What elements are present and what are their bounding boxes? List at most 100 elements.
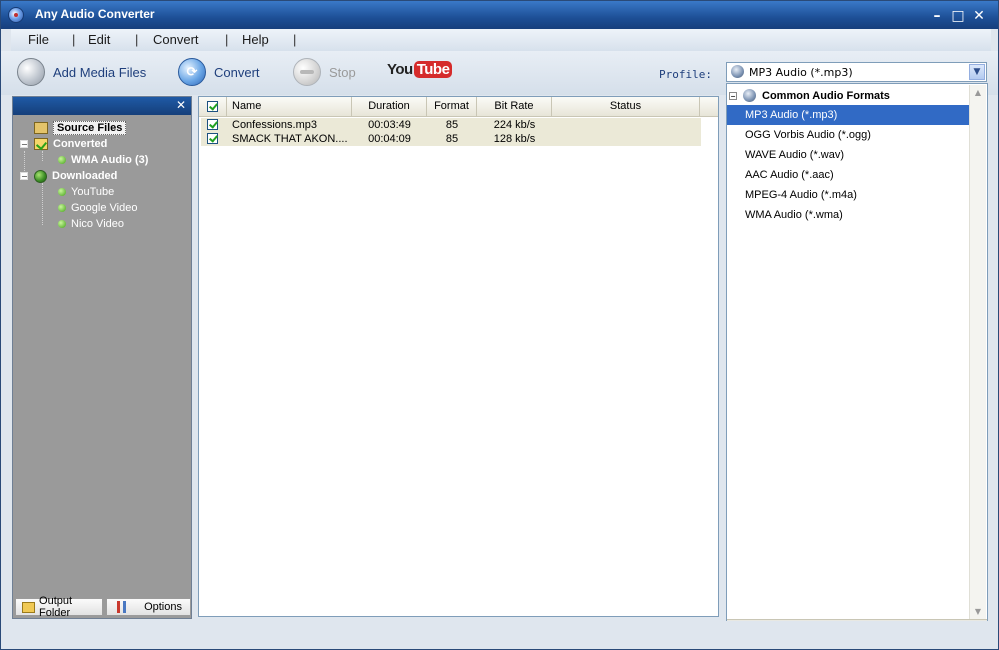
column-header-status[interactable]: Status — [552, 97, 700, 116]
tree-item-youtube[interactable]: YouTube — [58, 184, 114, 200]
cell-name: SMACK THAT AKON.... — [232, 133, 348, 145]
dropdown-scrollbar[interactable]: ▲ ▼ — [969, 85, 986, 620]
tree-item-label: Downloaded — [52, 170, 118, 182]
audio-format-icon — [731, 65, 744, 78]
profile-select[interactable]: MP3 Audio (*.mp3) ▼ — [726, 62, 987, 82]
menu-separator: | — [135, 32, 139, 47]
table-row[interactable]: SMACK THAT AKON.... 00:04:09 85 128 kb/s — [201, 132, 701, 146]
tree-item-source-files[interactable]: Source Files — [34, 120, 127, 136]
tree-guide — [42, 151, 43, 161]
tree-item-downloaded[interactable]: Downloaded — [34, 168, 117, 184]
menu-convert[interactable]: Convert — [153, 32, 199, 47]
format-option-aac[interactable]: AAC Audio (*.aac) — [727, 165, 970, 185]
profile-label: Profile: — [659, 68, 712, 81]
table-header: Name Duration Format Bit Rate Status — [199, 97, 718, 117]
select-all-checkbox[interactable] — [207, 101, 218, 112]
options-label: Options — [144, 601, 182, 613]
column-header-name[interactable]: Name — [227, 97, 352, 116]
menu-file[interactable]: File — [28, 32, 49, 47]
column-header-format[interactable]: Format — [427, 97, 477, 116]
tree-item-label: Source Files — [53, 121, 127, 135]
tree-item-converted[interactable]: Converted — [34, 136, 107, 152]
menu-separator: | — [225, 32, 229, 47]
table-row[interactable]: Confessions.mp3 00:03:49 85 224 kb/s — [201, 118, 701, 132]
close-icon[interactable]: ✕ — [176, 98, 186, 112]
convert-button[interactable]: ⟳ Convert — [178, 57, 260, 87]
profile-dropdown: − Common Audio Formats MP3 Audio (*.mp3)… — [726, 83, 988, 640]
menu-edit[interactable]: Edit — [88, 32, 110, 47]
window-title: Any Audio Converter — [35, 7, 155, 21]
bullet-icon — [58, 204, 66, 212]
row-checkbox[interactable] — [207, 119, 218, 130]
source-panel: ✕ Source Files − Converted WMA Audio (3)… — [12, 96, 192, 619]
stop-label: Stop — [329, 64, 356, 80]
menu-separator: | — [293, 32, 297, 47]
collapse-icon[interactable]: − — [20, 140, 28, 149]
audio-format-icon — [743, 89, 756, 102]
converted-folder-icon — [34, 138, 48, 150]
film-reel-icon — [17, 58, 45, 86]
scroll-down-icon[interactable]: ▼ — [970, 604, 986, 620]
source-panel-footer: Output Folder Options — [15, 595, 191, 619]
maximize-button[interactable]: □ — [950, 8, 966, 24]
stop-button[interactable]: Stop — [293, 57, 356, 87]
output-folder-button[interactable]: Output Folder — [15, 595, 104, 619]
format-option-mp3[interactable]: MP3 Audio (*.mp3) — [727, 105, 970, 125]
chevron-down-icon[interactable]: ▼ — [969, 64, 985, 80]
cell-name: Confessions.mp3 — [232, 119, 317, 131]
profile-select-value: MP3 Audio (*.mp3) — [749, 66, 853, 79]
add-media-files-button[interactable]: Add Media Files — [17, 57, 146, 87]
collapse-icon[interactable]: − — [729, 91, 737, 100]
format-option-wav[interactable]: WAVE Audio (*.wav) — [727, 145, 970, 165]
tree-item-label: WMA Audio (3) — [71, 154, 149, 166]
format-group-common-audio[interactable]: − Common Audio Formats — [729, 87, 890, 104]
youtube-logo-tube: Tube — [413, 61, 453, 78]
cell-bitrate: 128 kb/s — [493, 133, 536, 145]
bullet-icon — [58, 220, 66, 228]
cell-duration: 00:04:09 — [368, 133, 411, 145]
convert-icon: ⟳ — [178, 58, 206, 86]
cell-status — [552, 132, 700, 146]
bullet-icon — [58, 188, 66, 196]
column-header-duration[interactable]: Duration — [352, 97, 427, 116]
globe-download-icon — [34, 169, 47, 183]
close-button[interactable]: ✕ — [971, 8, 987, 24]
collapse-icon[interactable]: − — [20, 172, 28, 181]
bullet-icon — [58, 156, 66, 164]
youtube-logo-you: You — [387, 61, 413, 78]
options-button[interactable]: Options — [106, 598, 191, 616]
title-bar[interactable]: Any Audio Converter – □ ✕ — [1, 1, 998, 29]
menu-help[interactable]: Help — [242, 32, 269, 47]
format-option-ogg[interactable]: OGG Vorbis Audio (*.ogg) — [727, 125, 970, 145]
cell-duration: 00:03:49 — [368, 119, 411, 131]
status-bar — [1, 621, 998, 649]
tree-item-label: YouTube — [71, 186, 115, 198]
cell-status — [552, 118, 700, 132]
stop-icon — [293, 58, 321, 86]
youtube-button[interactable]: You Tube — [387, 61, 453, 78]
cell-bitrate: 224 kb/s — [493, 119, 536, 131]
format-option-m4a[interactable]: MPEG-4 Audio (*.m4a) — [727, 185, 970, 205]
tree-item-label: Nico Video — [71, 218, 124, 230]
format-option-wma[interactable]: WMA Audio (*.wma) — [727, 205, 970, 225]
tree-item-label: Google Video — [71, 202, 138, 214]
source-panel-header: ✕ — [13, 97, 191, 115]
tree-item-google-video[interactable]: Google Video — [58, 200, 137, 216]
app-window: Any Audio Converter – □ ✕ File | Edit | … — [0, 0, 999, 650]
tree-item-wma-audio[interactable]: WMA Audio (3) — [58, 152, 148, 168]
menu-separator: | — [72, 32, 76, 47]
row-checkbox[interactable] — [207, 133, 218, 144]
scroll-up-icon[interactable]: ▲ — [970, 85, 986, 101]
cell-format: 85 — [445, 119, 459, 131]
tools-icon — [115, 600, 130, 614]
menu-bar: File | Edit | Convert | Help | — [11, 29, 991, 52]
add-media-files-label: Add Media Files — [53, 64, 147, 80]
minimize-button[interactable]: – — [929, 8, 945, 24]
convert-label: Convert — [214, 64, 260, 80]
tree-item-nico-video[interactable]: Nico Video — [58, 216, 124, 232]
column-header-bitrate[interactable]: Bit Rate — [477, 97, 552, 116]
folder-icon — [34, 122, 48, 134]
tree-guide — [42, 183, 43, 225]
select-all-header[interactable] — [199, 97, 227, 116]
cell-format: 85 — [445, 133, 459, 145]
